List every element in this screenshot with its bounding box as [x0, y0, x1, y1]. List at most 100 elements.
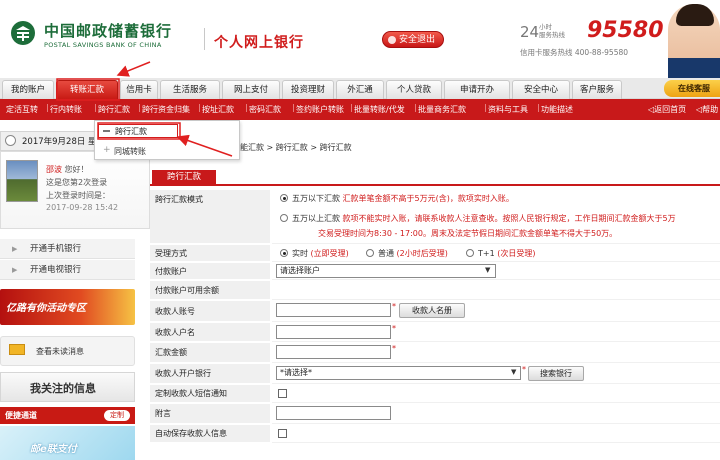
tab-8[interactable]: 申请开办: [444, 80, 510, 99]
hotline-prefix-label: 小时 服务热线: [539, 23, 565, 39]
subnav-separator: |: [245, 103, 248, 112]
avatar: [6, 160, 38, 202]
subnav-item-4[interactable]: 按址汇款: [202, 104, 234, 115]
subnav-item-1[interactable]: 行内转账: [50, 104, 82, 115]
search-bank-button[interactable]: 搜索银行: [528, 366, 584, 381]
greeting-text: 您好！: [64, 165, 89, 174]
power-icon: [388, 36, 396, 44]
subnav-separator: |: [292, 103, 295, 112]
subnav-separator: |: [414, 103, 417, 112]
subnav-item-6[interactable]: 签约账户转账: [296, 104, 344, 115]
subnav-item-5[interactable]: 密码汇款: [249, 104, 281, 115]
open-tv-banking-link[interactable]: ▶ 开通电视银行: [0, 260, 135, 280]
subnav-item-0[interactable]: 定活互转: [6, 104, 38, 115]
promo-text: 亿路有你活动专区: [6, 303, 86, 314]
tab-4[interactable]: 网上支付: [222, 80, 280, 99]
payee-name-input[interactable]: [276, 325, 391, 339]
login-count: 这是您第2次登录: [46, 178, 108, 187]
link-label: 开通电视银行: [30, 265, 82, 275]
dropdown-item-interbank[interactable]: 跨行汇款: [98, 124, 178, 138]
autosave-cell: [272, 425, 720, 443]
tab-6[interactable]: 外汇通: [336, 80, 384, 99]
memo-input[interactable]: [276, 406, 391, 420]
mode-opt2-note: 款项不能实时入账，请联系收款人注意查收。按照人民银行规定，工作日期间汇款金额大于…: [342, 214, 676, 223]
memo-label: 附言: [150, 404, 270, 424]
autosave-label: 自动保存收款人信息: [150, 425, 270, 443]
accept-radio-normal[interactable]: [366, 249, 374, 257]
mode-label: 跨行汇款模式: [150, 190, 270, 244]
tab-7[interactable]: 个人贷款: [386, 80, 442, 99]
accept-opt3-label: T+1: [478, 249, 495, 258]
form-header: [150, 169, 720, 186]
accept-radio-t1[interactable]: [466, 249, 474, 257]
subnav-item-3[interactable]: 跨行资金归集: [142, 104, 190, 115]
customize-button[interactable]: 定制: [104, 410, 130, 421]
tab-5[interactable]: 投资理财: [282, 80, 334, 99]
arrow-right-icon: ▶: [12, 245, 18, 253]
hotline-number: 95580: [587, 18, 664, 43]
mode-radio-under50k[interactable]: [280, 194, 288, 202]
mode-opt2-hours: 交易受理时间为8:30 - 17:00。周末及法定节假日期间汇款金额单笔不得大于…: [318, 229, 618, 238]
mode-opt1-note: 汇款单笔金额不高于5万元(含)，款项实时入账。: [342, 194, 514, 203]
amount-input[interactable]: [276, 345, 391, 359]
tab-2[interactable]: 信用卡: [120, 80, 158, 99]
payee-bank-select[interactable]: *请选择*: [276, 366, 521, 380]
help-link[interactable]: ◁帮助: [696, 104, 718, 115]
subnav-separator: |: [198, 103, 201, 112]
tab-3[interactable]: 生活服务: [160, 80, 220, 99]
accept-radio-realtime[interactable]: [280, 249, 288, 257]
subnav-separator: |: [537, 103, 540, 112]
pay-account-label: 付款账户: [150, 263, 270, 280]
subnav-item-8[interactable]: 批量商务汇款: [418, 104, 466, 115]
tab-0[interactable]: 我的账户: [2, 80, 54, 99]
mode-radio-over50k[interactable]: [280, 214, 288, 222]
chevron-down-icon: ▼: [485, 266, 491, 274]
open-mobile-banking-link[interactable]: ▶ 开通手机银行: [0, 239, 135, 259]
last-login-label: 上次登录时间是：: [46, 191, 110, 200]
home-link[interactable]: ◁返回首页: [648, 104, 686, 115]
mode-opt2-text: 五万以上汇款 款项不能实时入账，请联系收款人注意查收。按照人民银行规定，工作日期…: [292, 213, 676, 224]
online-service-button[interactable]: 在线客服: [664, 80, 720, 97]
form-title-tab: 跨行汇款: [152, 170, 216, 185]
accept-opt2-label: 普通: [378, 249, 394, 258]
subnav-item-2[interactable]: 跨行汇款: [98, 104, 130, 115]
clock-icon: [5, 135, 16, 146]
subnav-item-7[interactable]: 批量转账/代发: [354, 104, 405, 115]
subnav-separator: |: [94, 103, 97, 112]
payee-bank-label: 收款人开户银行: [150, 364, 270, 384]
sms-cell: [272, 385, 720, 403]
subnav-separator: |: [138, 103, 141, 112]
subnav-item-9[interactable]: 资料与工具: [488, 104, 528, 115]
mode-opt2-title: 五万以上汇款: [292, 214, 340, 223]
payee-account-input[interactable]: [276, 303, 391, 317]
accept-opt1: 实时 (立即受理): [292, 248, 349, 259]
user-name: 邵波: [46, 165, 62, 174]
payee-name-label: 收款人户名: [150, 323, 270, 342]
mode-opt1-title: 五万以下汇款: [292, 194, 340, 203]
breadcrumb: 能汇款 > 跨行汇款 > 跨行汇款: [240, 143, 352, 152]
required-mark: *: [522, 365, 526, 374]
subnav-separator: |: [484, 103, 487, 112]
accept-opt2-note: (2小时后受理): [396, 249, 448, 258]
mode-opt1-text: 五万以下汇款 汇款单笔金额不高于5万元(含)，款项实时入账。: [292, 193, 514, 204]
available-balance-label: 付款账户可用余额: [150, 281, 270, 300]
accept-opt1-note: (立即受理): [310, 249, 349, 258]
hotline-24: 24: [520, 23, 540, 41]
minus-icon: [103, 130, 110, 132]
required-mark: *: [392, 344, 396, 353]
subnav-separator: |: [350, 103, 353, 112]
tab-10[interactable]: 客户服务: [572, 80, 622, 99]
tab-1[interactable]: 转账汇款: [56, 80, 118, 99]
accept-opt2: 普通 (2小时后受理): [378, 248, 448, 259]
dropdown-item-same-city[interactable]: 同城转账: [98, 146, 146, 157]
credit-hotline: 信用卡服务热线 400-88-95580: [520, 48, 629, 57]
payee-list-button[interactable]: 收款人名册: [399, 303, 465, 318]
autosave-checkbox[interactable]: [278, 429, 287, 438]
link-label: 开通手机银行: [30, 244, 82, 254]
subnav-item-10[interactable]: 功能描述: [541, 104, 573, 115]
sms-checkbox[interactable]: [278, 389, 287, 398]
tab-9[interactable]: 安全中心: [512, 80, 570, 99]
bank-name-en: POSTAL SAVINGS BANK OF CHINA: [44, 41, 162, 49]
pay-account-select[interactable]: 请选择账户: [276, 264, 496, 278]
subnav-separator: |: [46, 103, 49, 112]
